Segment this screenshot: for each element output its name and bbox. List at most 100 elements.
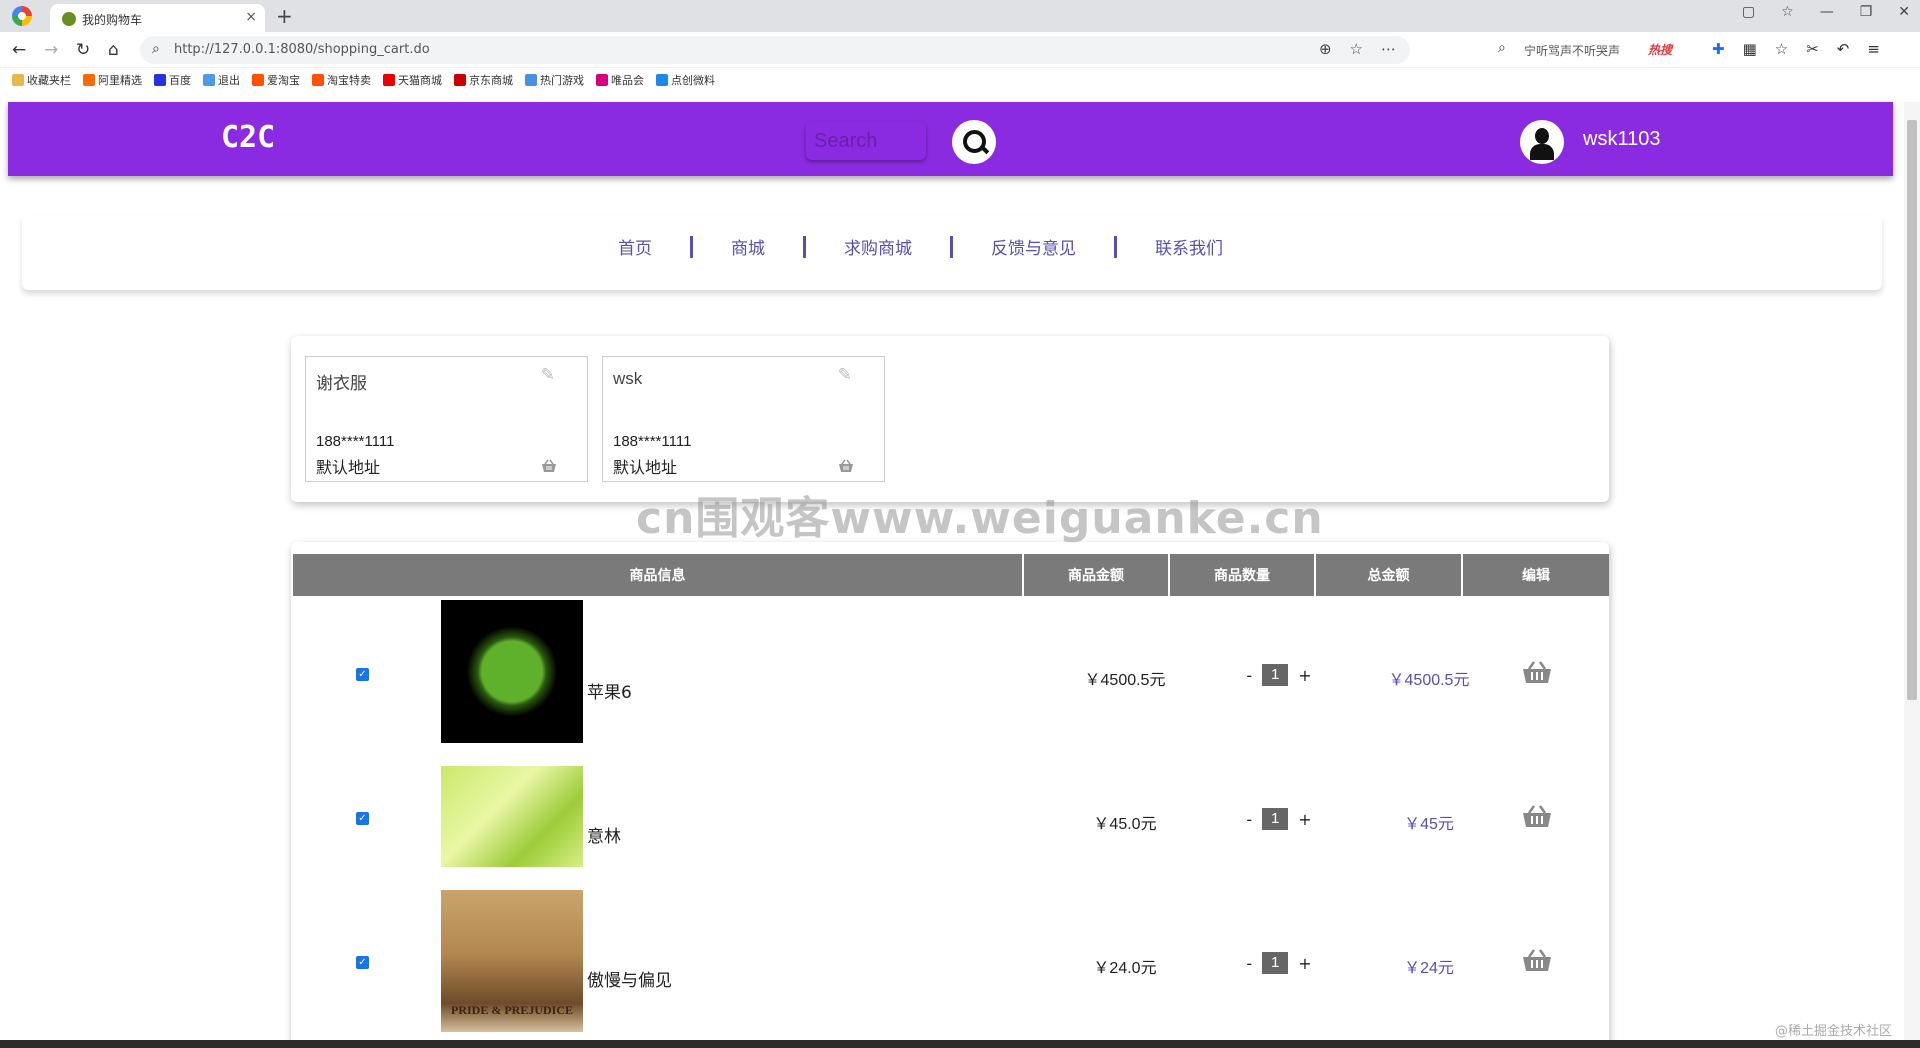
username[interactable]: wsk1103 [1583, 128, 1660, 151]
minimize-icon[interactable]: — [1820, 4, 1834, 20]
bookmark-star-icon[interactable]: ☆ [1350, 40, 1363, 58]
bookmark-item[interactable]: 爱淘宝 [252, 72, 300, 88]
browser-logo-icon [12, 6, 32, 26]
restore-icon[interactable]: ❐ [1860, 4, 1873, 20]
bookmark-item[interactable]: 阿里精选 [83, 72, 142, 88]
bookmark-item[interactable]: 热门游戏 [525, 72, 584, 88]
bookmark-item[interactable]: 唯品会 [596, 72, 644, 88]
more-icon[interactable]: ⋯ [1381, 40, 1396, 58]
product-name[interactable]: 意林 [587, 822, 621, 847]
apps-grid-icon[interactable]: ▦ [1743, 40, 1757, 58]
reload-icon[interactable]: ↻ [76, 40, 90, 60]
default-address-label: 默认地址 [613, 458, 678, 477]
tab-count-icon[interactable]: ▢ [1742, 4, 1755, 20]
product-image[interactable]: PRIDE & PREJUDICE [441, 890, 583, 1032]
bookmark-item[interactable]: 天猫商城 [383, 72, 442, 88]
back-icon[interactable]: ← [12, 40, 26, 60]
hot-search-text[interactable]: 宁听骂声不听哭声 [1524, 42, 1620, 59]
product-price: ￥45.0元 [1093, 816, 1157, 833]
address-name: 谢衣服 [316, 374, 367, 393]
corner-watermark: @稀土掘金技术社区 [1774, 1024, 1892, 1039]
bookmark-label: 退出 [218, 74, 240, 87]
bookmark-item[interactable]: 淘宝特卖 [312, 72, 371, 88]
site-logo[interactable]: C2C [221, 120, 275, 155]
increase-button[interactable]: + [1298, 666, 1311, 685]
row-total: ￥24元 [1404, 960, 1454, 977]
hot-search-icon: ⌕ [1498, 40, 1506, 56]
basket-delete-icon[interactable] [1521, 804, 1553, 828]
bookmark-item[interactable]: 点创微料 [656, 72, 715, 88]
tab-close-icon[interactable]: × [245, 9, 257, 25]
nav-item-wanted-mall[interactable]: 求购商城 [806, 234, 950, 259]
product-image[interactable] [441, 600, 583, 743]
bookmark-label: 唯品会 [611, 74, 644, 87]
site-header: C2C wsk1103 [8, 102, 1893, 176]
avatar[interactable] [1520, 120, 1564, 164]
extension-puzzle-icon[interactable]: ✚ [1712, 40, 1725, 58]
undo-icon[interactable]: ↶ [1837, 40, 1850, 58]
bookmark-label: 天猫商城 [398, 74, 442, 87]
skin-icon[interactable]: ☆ [1781, 4, 1794, 20]
address-card[interactable]: wsk ✎ 188****1111 默认地址 [602, 356, 885, 482]
product-name[interactable]: 苹果6 [587, 678, 632, 703]
table-row: ✓ 苹果6 ￥4500.5元 - 1 + ￥4500.5元 [291, 600, 1609, 750]
product-image[interactable] [441, 766, 583, 867]
tab-shopping-cart[interactable]: 我的购物车 × [50, 4, 265, 32]
address-name: wsk [613, 369, 643, 388]
pencil-edit-icon[interactable]: ✎ [541, 365, 555, 385]
bookmark-label: 热门游戏 [540, 74, 584, 87]
search-input[interactable] [806, 122, 926, 160]
basket-delete-icon[interactable] [838, 459, 854, 473]
menu-icon[interactable]: ≡ [1867, 40, 1880, 58]
item-checkbox[interactable]: ✓ [356, 812, 369, 825]
increase-button[interactable]: + [1298, 954, 1311, 973]
zoom-icon[interactable]: ⊕ [1319, 40, 1332, 58]
item-checkbox[interactable]: ✓ [356, 956, 369, 969]
bookmark-favicon-icon [203, 74, 215, 86]
nav-item-contact[interactable]: 联系我们 [1117, 234, 1261, 259]
hot-badge[interactable]: 热搜 [1648, 41, 1672, 58]
close-window-icon[interactable]: ✕ [1898, 4, 1910, 20]
forward-icon[interactable]: → [44, 40, 58, 60]
product-name[interactable]: 傲慢与偏见 [587, 966, 672, 991]
decrease-button[interactable]: - [1246, 666, 1252, 685]
basket-delete-icon[interactable] [1521, 948, 1553, 972]
home-icon[interactable]: ⌂ [108, 40, 119, 60]
increase-button[interactable]: + [1298, 810, 1311, 829]
decrease-button[interactable]: - [1246, 810, 1252, 829]
address-card[interactable]: 谢衣服 ✎ 188****1111 默认地址 [305, 356, 588, 482]
bookmark-label: 京东商城 [469, 74, 513, 87]
col-header-quantity: 商品数量 [1170, 554, 1316, 596]
bookmark-item[interactable]: 百度 [154, 72, 191, 88]
bookmark-item[interactable]: 退出 [203, 72, 240, 88]
decrease-button[interactable]: - [1246, 954, 1252, 973]
bookmarks-bar: 收藏夹栏 阿里精选 百度 退出 爱淘宝 淘宝特卖 天猫商城 京东商城 热门游戏 唯品会 点创微料 [0, 68, 1920, 92]
basket-delete-icon[interactable] [541, 459, 557, 473]
page-scrollbar[interactable] [1904, 102, 1920, 1048]
window-controls: ▢ ☆ — ❐ ✕ [1742, 4, 1910, 20]
quantity-input[interactable]: 1 [1262, 808, 1289, 830]
quantity-input[interactable]: 1 [1262, 664, 1289, 686]
nav-item-mall[interactable]: 商城 [693, 234, 803, 259]
favorites-icon[interactable]: ☆ [1775, 40, 1788, 58]
quantity-input[interactable]: 1 [1262, 952, 1289, 974]
product-price: ￥4500.5元 [1084, 672, 1166, 689]
item-checkbox[interactable]: ✓ [356, 668, 369, 681]
address-bar[interactable]: ⌕ http://127.0.0.1:8080/shopping_cart.do… [140, 36, 1410, 64]
scissors-icon[interactable]: ✂ [1806, 40, 1819, 58]
url-text[interactable]: http://127.0.0.1:8080/shopping_cart.do [174, 42, 430, 57]
nav-item-feedback[interactable]: 反馈与意见 [953, 234, 1114, 259]
browser-tabbar: 我的购物车 × + ▢ ☆ — ❐ ✕ [0, 0, 1920, 32]
col-header-price: 商品金额 [1024, 554, 1170, 596]
bookmark-item[interactable]: 收藏夹栏 [12, 72, 71, 88]
search-button[interactable] [952, 120, 996, 164]
table-row: ✓ 意林 ￥45.0元 - 1 + ￥45元 [291, 766, 1609, 876]
scrollbar-thumb[interactable] [1907, 120, 1917, 700]
new-tab-button[interactable]: + [276, 4, 293, 28]
nav-item-home[interactable]: 首页 [580, 234, 690, 259]
pencil-edit-icon[interactable]: ✎ [838, 365, 852, 385]
bookmark-item[interactable]: 京东商城 [454, 72, 513, 88]
extension-icons: ✚ ▦ ☆ ✂ ↶ ≡ [1712, 40, 1880, 58]
basket-delete-icon[interactable] [1521, 660, 1553, 684]
address-phone: 188****1111 [316, 433, 395, 450]
